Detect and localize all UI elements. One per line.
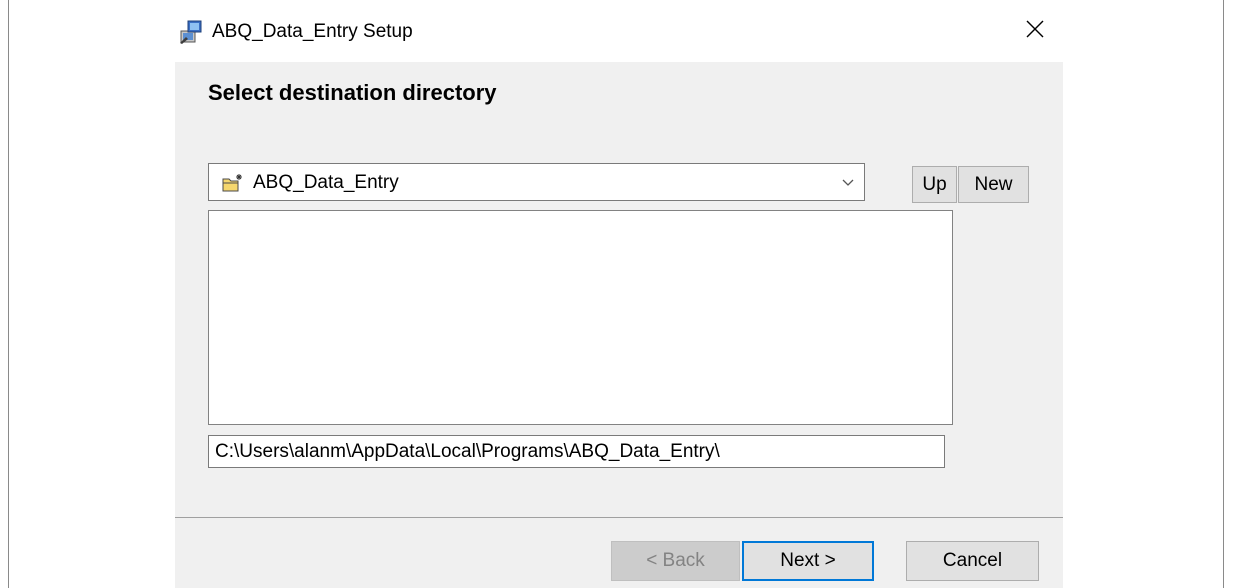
page-title: Select destination directory	[208, 80, 497, 105]
next-button[interactable]: Next >	[742, 541, 874, 581]
installer-icon	[178, 19, 204, 45]
window-title: ABQ_Data_Entry Setup	[212, 21, 413, 42]
close-button[interactable]	[1010, 10, 1060, 52]
back-button[interactable]: < Back	[611, 541, 740, 581]
path-field[interactable]: C:\Users\alanm\AppData\Local\Programs\AB…	[208, 435, 945, 468]
frame-border-left	[8, 0, 9, 588]
up-button[interactable]: Up	[912, 166, 957, 203]
combo-selected-value: ABQ_Data_Entry	[253, 172, 399, 193]
directory-combo[interactable]: ABQ_Data_Entry	[208, 163, 865, 201]
chevron-down-icon[interactable]	[841, 176, 855, 190]
frame-border-right	[1223, 0, 1224, 588]
page: ABQ_Data_Entry Setup Select destination …	[0, 0, 1233, 588]
footer-divider	[175, 517, 1063, 518]
new-folder-button[interactable]: New	[958, 166, 1029, 203]
setup-dialog: ABQ_Data_Entry Setup Select destination …	[175, 0, 1063, 588]
new-folder-icon	[222, 173, 244, 193]
title-bar: ABQ_Data_Entry Setup	[175, 0, 1063, 62]
close-icon	[1026, 20, 1044, 43]
folder-list[interactable]	[208, 210, 953, 425]
cancel-button[interactable]: Cancel	[906, 541, 1039, 581]
